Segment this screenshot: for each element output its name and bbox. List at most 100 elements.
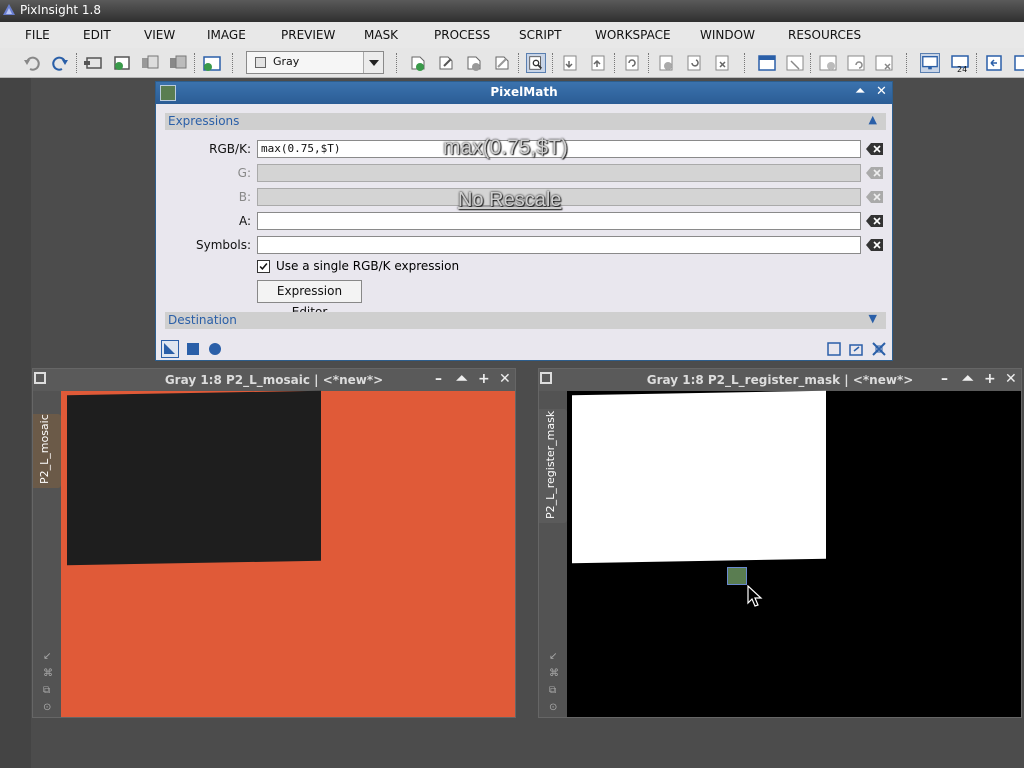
menu-resources[interactable]: RESOURCES — [788, 28, 861, 42]
image-window-register-mask[interactable]: Gray 1:8 P2_L_register_mask | <*new*> – … — [538, 368, 1022, 718]
clear-icon[interactable] — [866, 142, 884, 156]
mask-invert-icon[interactable] — [684, 53, 704, 73]
image-canvas[interactable] — [61, 390, 515, 717]
mosaic-image-content — [67, 390, 321, 566]
apply-icon[interactable] — [209, 343, 221, 355]
menu-image[interactable]: IMAGE — [207, 28, 246, 42]
display-24bit-icon[interactable]: 24 — [950, 53, 970, 73]
reset-instance-icon[interactable] — [849, 342, 863, 356]
rescale-overlay-text: No Rescale — [458, 189, 562, 211]
image-window-title-bar[interactable]: Gray 1:8 P2_L_register_mask | <*new*> – … — [539, 369, 1021, 391]
view-tab-register-mask[interactable]: P2_L_register_mask — [539, 409, 567, 523]
expression-editor-button[interactable]: Expression Editor — [257, 280, 362, 319]
maximize-icon[interactable]: + — [984, 371, 996, 387]
explore-icon[interactable] — [526, 53, 546, 73]
duplicate-image-icon[interactable] — [140, 53, 160, 73]
history-back-icon[interactable] — [560, 53, 580, 73]
fit-icon[interactable]: ⌘ — [43, 668, 55, 680]
alpha-expression-input[interactable] — [257, 212, 861, 230]
target-icon[interactable]: ⊙ — [549, 702, 561, 714]
mask-remove-icon[interactable] — [712, 53, 732, 73]
toolbar-separator — [232, 53, 234, 73]
clear-icon[interactable] — [866, 214, 884, 228]
zoom-in-icon[interactable] — [818, 53, 838, 73]
browse-documentation-icon[interactable] — [827, 342, 841, 356]
clear-icon — [866, 167, 883, 179]
expressions-section-header[interactable]: Expressions ▲ — [165, 113, 886, 130]
preview-icon[interactable]: ⧉ — [43, 685, 55, 697]
menu-edit[interactable]: EDIT — [83, 28, 111, 42]
redo-icon[interactable] — [50, 53, 70, 73]
collapse-up-icon[interactable]: ▲ — [869, 113, 877, 126]
destination-section-header[interactable]: Destination ▼ — [165, 312, 886, 329]
view-tab-mosaic[interactable]: P2_L_mosaic — [33, 414, 61, 488]
fit-window-icon[interactable] — [984, 53, 1004, 73]
zoom-out-icon[interactable] — [846, 53, 866, 73]
close-icon[interactable]: ✕ — [876, 84, 887, 99]
open-image-icon[interactable] — [84, 53, 104, 73]
view-tab-label: P2_L_register_mask — [544, 410, 557, 519]
new-image-icon[interactable] — [112, 53, 132, 73]
menu-preview[interactable]: PREVIEW — [281, 28, 335, 42]
maximize-icon[interactable]: + — [478, 371, 490, 387]
process-add-icon[interactable] — [464, 53, 484, 73]
zoom-in-arrow-icon[interactable]: ↙ — [549, 651, 561, 663]
color-space-select[interactable]: Gray — [246, 51, 384, 74]
fit-icon[interactable]: ⌘ — [549, 668, 561, 680]
image-window-title-bar[interactable]: Gray 1:8 P2_L_mosaic | <*new*> – ⏶ + ✕ — [33, 369, 515, 391]
menu-script[interactable]: SCRIPT — [519, 28, 561, 42]
menu-process[interactable]: PROCESS — [434, 28, 490, 42]
pixinsight-logo-icon — [3, 4, 15, 15]
stf-disable-icon[interactable] — [785, 53, 805, 73]
target-icon[interactable]: ⊙ — [43, 702, 55, 714]
zoom-fit-icon[interactable] — [874, 53, 894, 73]
minimize-icon[interactable]: – — [941, 371, 948, 387]
single-expression-checkbox[interactable] — [257, 260, 270, 273]
menu-workspace[interactable]: WORKSPACE — [595, 28, 671, 42]
new-process-icon[interactable] — [408, 53, 428, 73]
zoom-in-arrow-icon[interactable]: ↙ — [43, 651, 55, 663]
pixelmath-dialog: PixelMath ⏶ ✕ Expressions ▲ RGB/K: max(0… — [155, 81, 893, 361]
minimize-icon[interactable]: – — [435, 371, 442, 387]
overflow-icon[interactable] — [1012, 53, 1024, 73]
new-preview-icon[interactable] — [202, 53, 222, 73]
toolbar-separator — [810, 53, 812, 73]
new-instance-icon[interactable] — [161, 340, 179, 358]
single-expression-label[interactable]: Use a single RGB/K expression — [276, 259, 459, 273]
preview-icon[interactable]: ⧉ — [549, 685, 561, 697]
view-tab-label: P2_L_mosaic — [38, 414, 51, 484]
expression-overlay: max(0.75,$T) — [443, 136, 568, 159]
a-label: A: — [238, 214, 251, 228]
shade-icon[interactable]: ⏶ — [962, 371, 973, 387]
undo-icon[interactable] — [22, 53, 42, 73]
menu-file[interactable]: FILE — [25, 28, 50, 42]
toolbar-separator — [976, 53, 978, 73]
menu-window[interactable]: WINDOW — [700, 28, 755, 42]
symbols-input[interactable] — [257, 236, 861, 254]
stf-icon[interactable] — [757, 53, 777, 73]
chevron-down-icon[interactable] — [363, 52, 383, 73]
apply-global-icon[interactable] — [187, 343, 199, 355]
image-window-mosaic[interactable]: Gray 1:8 P2_L_mosaic | <*new*> – ⏶ + ✕ P… — [32, 368, 516, 718]
reset-all-icon[interactable] — [872, 342, 886, 356]
edit-process-icon[interactable] — [436, 53, 456, 73]
clear-icon — [866, 191, 883, 203]
toolbar-separator — [552, 53, 554, 73]
clear-icon[interactable] — [866, 238, 884, 252]
menu-mask[interactable]: MASK — [364, 28, 398, 42]
history-forward-icon[interactable] — [588, 53, 608, 73]
reset-icon[interactable] — [622, 53, 642, 73]
expand-down-icon[interactable]: ▼ — [869, 312, 877, 325]
screen-icon[interactable] — [920, 53, 940, 73]
close-icon[interactable]: ✕ — [499, 371, 511, 387]
shade-icon[interactable]: ⏶ — [456, 371, 467, 387]
shade-icon[interactable]: ⏶ — [855, 84, 865, 99]
mask-enable-icon[interactable] — [656, 53, 676, 73]
image-canvas[interactable] — [567, 390, 1021, 717]
expressions-section-title: Expressions — [168, 114, 240, 128]
pixelmath-title-bar[interactable]: PixelMath ⏶ ✕ — [156, 82, 892, 104]
process-remove-icon[interactable] — [492, 53, 512, 73]
close-icon[interactable]: ✕ — [1005, 371, 1017, 387]
menu-view[interactable]: VIEW — [144, 28, 175, 42]
close-image-icon[interactable] — [168, 53, 188, 73]
